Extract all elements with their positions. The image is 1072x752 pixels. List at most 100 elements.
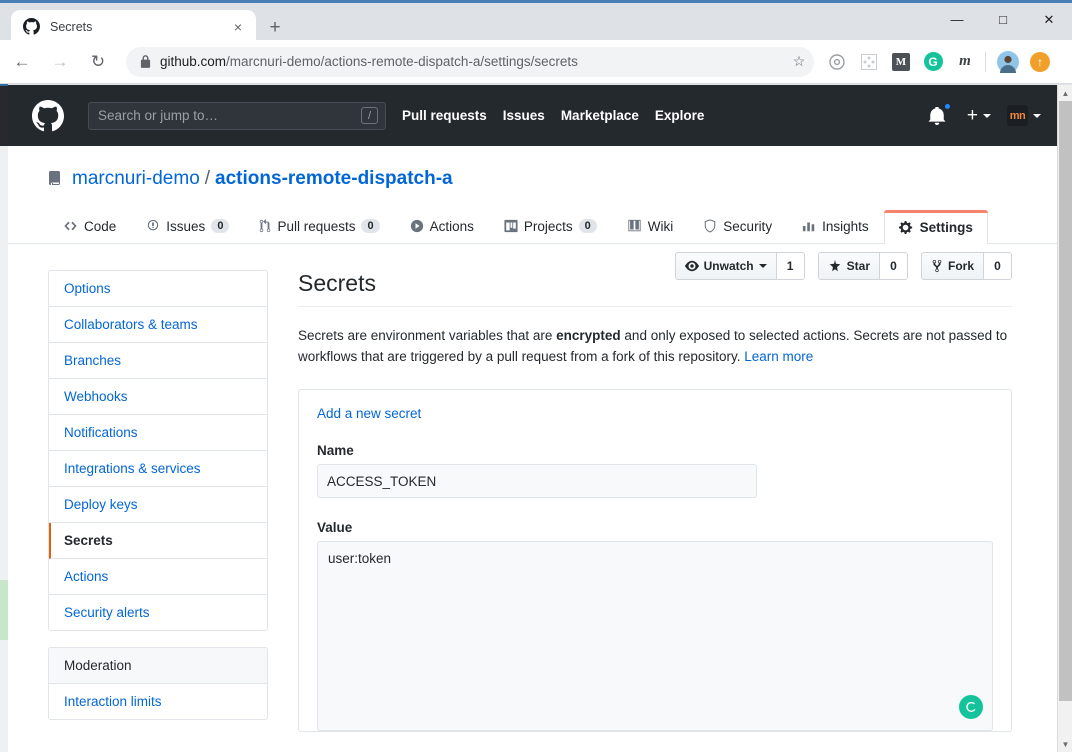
window-maximize-button[interactable]: □ xyxy=(980,3,1026,36)
fork-button-group: Fork 0 xyxy=(920,252,1012,280)
tab-code-label: Code xyxy=(84,218,117,234)
sidebar-item-actions[interactable]: Actions xyxy=(49,559,267,595)
sidebar-item-security-alerts[interactable]: Security alerts xyxy=(49,595,267,630)
tab-projects[interactable]: Projects 0 xyxy=(489,209,612,243)
momentum-icon[interactable]: m xyxy=(950,47,980,77)
create-new-menu[interactable]: + xyxy=(967,106,991,125)
tab-close-icon[interactable]: × xyxy=(226,15,250,39)
search-shortcut-key: / xyxy=(361,107,378,124)
tab-pull-requests-label: Pull requests xyxy=(277,218,356,234)
eye-icon xyxy=(684,259,699,273)
issue-opened-icon xyxy=(146,219,160,233)
shield-icon xyxy=(703,219,717,233)
tab-insights[interactable]: Insights xyxy=(787,209,884,243)
new-tab-button[interactable]: + xyxy=(262,15,288,41)
plus-icon: + xyxy=(966,105,978,126)
sidebar-item-integrations-services[interactable]: Integrations & services xyxy=(49,451,267,487)
star-count[interactable]: 0 xyxy=(879,252,908,280)
secret-value-textarea[interactable]: user:token xyxy=(317,541,993,731)
update-arrow-icon[interactable]: ↑ xyxy=(1025,47,1055,77)
notifications-button[interactable] xyxy=(928,101,952,127)
browser-tab-strip: Secrets × + — □ ✕ xyxy=(0,0,1072,43)
chevron-down-icon xyxy=(758,264,767,268)
repository-nav-tabs: Code Issues 0 Pull requests 0 Actions Pr… xyxy=(8,210,1057,244)
reload-icon[interactable]: ↻ xyxy=(82,46,114,78)
sidebar-item-interaction-limits[interactable]: Interaction limits xyxy=(49,684,267,719)
sidebar-item-notifications[interactable]: Notifications xyxy=(49,415,267,451)
settings-sidebar-moderation-box: Moderation Interaction limits xyxy=(48,647,268,720)
fork-button[interactable]: Fork xyxy=(920,252,984,280)
repository-title: marcnuri-demo / actions-remote-dispatch-… xyxy=(8,168,1057,190)
sidebar-item-webhooks[interactable]: Webhooks xyxy=(49,379,267,415)
notification-dot xyxy=(942,101,952,111)
window-minimize-button[interactable]: — xyxy=(934,3,980,36)
sidebar-item-branches[interactable]: Branches xyxy=(49,343,267,379)
grid-dots-icon[interactable] xyxy=(854,47,884,77)
profile-avatar-icon[interactable] xyxy=(993,47,1023,77)
url-domain: github.com xyxy=(160,54,227,69)
tab-projects-count: 0 xyxy=(578,219,597,233)
repository-header: marcnuri-demo / actions-remote-dispatch-… xyxy=(8,146,1057,280)
git-pull-request-icon xyxy=(259,219,271,233)
code-icon xyxy=(63,219,78,233)
tab-pull-requests[interactable]: Pull requests 0 xyxy=(244,209,394,243)
star-label: Star xyxy=(846,259,870,273)
back-icon[interactable]: ← xyxy=(6,46,38,78)
tab-security[interactable]: Security xyxy=(688,209,787,243)
secret-name-input[interactable]: ACCESS_TOKEN xyxy=(317,464,757,498)
header-nav-issues[interactable]: Issues xyxy=(503,108,545,123)
tab-projects-label: Projects xyxy=(523,218,573,234)
header-nav-pull-requests[interactable]: Pull requests xyxy=(402,108,487,123)
repository-name-link[interactable]: actions-remote-dispatch-a xyxy=(215,168,453,190)
medium-icon[interactable]: M xyxy=(886,47,916,77)
fork-icon xyxy=(931,259,943,273)
toolbar-divider xyxy=(985,51,986,72)
scrollbar-down-icon[interactable]: ▼ xyxy=(1058,736,1072,752)
target-ring-icon[interactable] xyxy=(822,47,852,77)
repo-book-icon xyxy=(49,171,60,185)
sidebar-item-secrets[interactable]: Secrets xyxy=(49,523,267,559)
tab-settings[interactable]: Settings xyxy=(883,210,989,244)
tab-actions[interactable]: Actions xyxy=(395,209,489,243)
settings-main-content: Secrets Secrets are environment variable… xyxy=(298,270,1012,736)
forward-icon[interactable]: → xyxy=(44,46,76,78)
star-button[interactable]: Star xyxy=(817,252,880,280)
repository-owner-link[interactable]: marcnuri-demo xyxy=(72,168,200,190)
learn-more-link[interactable]: Learn more xyxy=(744,349,813,364)
tab-issues[interactable]: Issues 0 xyxy=(131,209,244,243)
project-board-icon xyxy=(504,219,518,233)
sidebar-item-deploy-keys[interactable]: Deploy keys xyxy=(49,487,267,523)
github-favicon-icon xyxy=(23,18,40,35)
sidebar-item-collaborators-teams[interactable]: Collaborators & teams xyxy=(49,307,267,343)
scrollbar-up-icon[interactable]: ▲ xyxy=(1058,85,1072,101)
fork-count[interactable]: 0 xyxy=(984,252,1012,280)
tab-wiki[interactable]: Wiki xyxy=(612,209,689,243)
header-nav-explore[interactable]: Explore xyxy=(655,108,705,123)
add-secret-card: Add a new secret Name ACCESS_TOKEN Value… xyxy=(298,389,1012,732)
grammarly-icon[interactable]: G xyxy=(918,47,948,77)
window-close-button[interactable]: ✕ xyxy=(1026,3,1072,36)
browser-tab[interactable]: Secrets × xyxy=(11,10,256,43)
tab-wiki-label: Wiki xyxy=(647,218,674,234)
github-search-input[interactable]: Search or jump to… / xyxy=(88,101,386,130)
sidebar-item-options[interactable]: Options xyxy=(49,271,267,307)
header-nav-marketplace[interactable]: Marketplace xyxy=(561,108,639,123)
user-menu[interactable]: mn xyxy=(991,105,1041,126)
page-scrollbar[interactable]: ▲ ▼ xyxy=(1057,85,1072,752)
secret-value-wrapper: user:token xyxy=(317,541,993,731)
github-mark-icon[interactable] xyxy=(32,99,64,132)
tab-pull-requests-count: 0 xyxy=(361,219,380,233)
add-new-secret-link[interactable]: Add a new secret xyxy=(317,406,993,421)
settings-sidebar: Options Collaborators & teams Branches W… xyxy=(48,270,268,736)
bookmark-star-icon[interactable]: ☆ xyxy=(784,53,814,70)
watch-count[interactable]: 1 xyxy=(776,252,805,280)
chevron-down-icon xyxy=(983,113,991,118)
grammarly-icon[interactable] xyxy=(959,695,983,719)
tab-code[interactable]: Code xyxy=(48,209,131,243)
address-bar[interactable]: github.com/marcnuri-demo/actions-remote-… xyxy=(126,46,814,77)
unwatch-button[interactable]: Unwatch xyxy=(674,252,777,280)
value-field-label: Value xyxy=(317,520,353,535)
scrollbar-thumb[interactable] xyxy=(1059,101,1072,701)
tab-insights-label: Insights xyxy=(822,218,869,234)
graph-icon xyxy=(802,219,816,233)
